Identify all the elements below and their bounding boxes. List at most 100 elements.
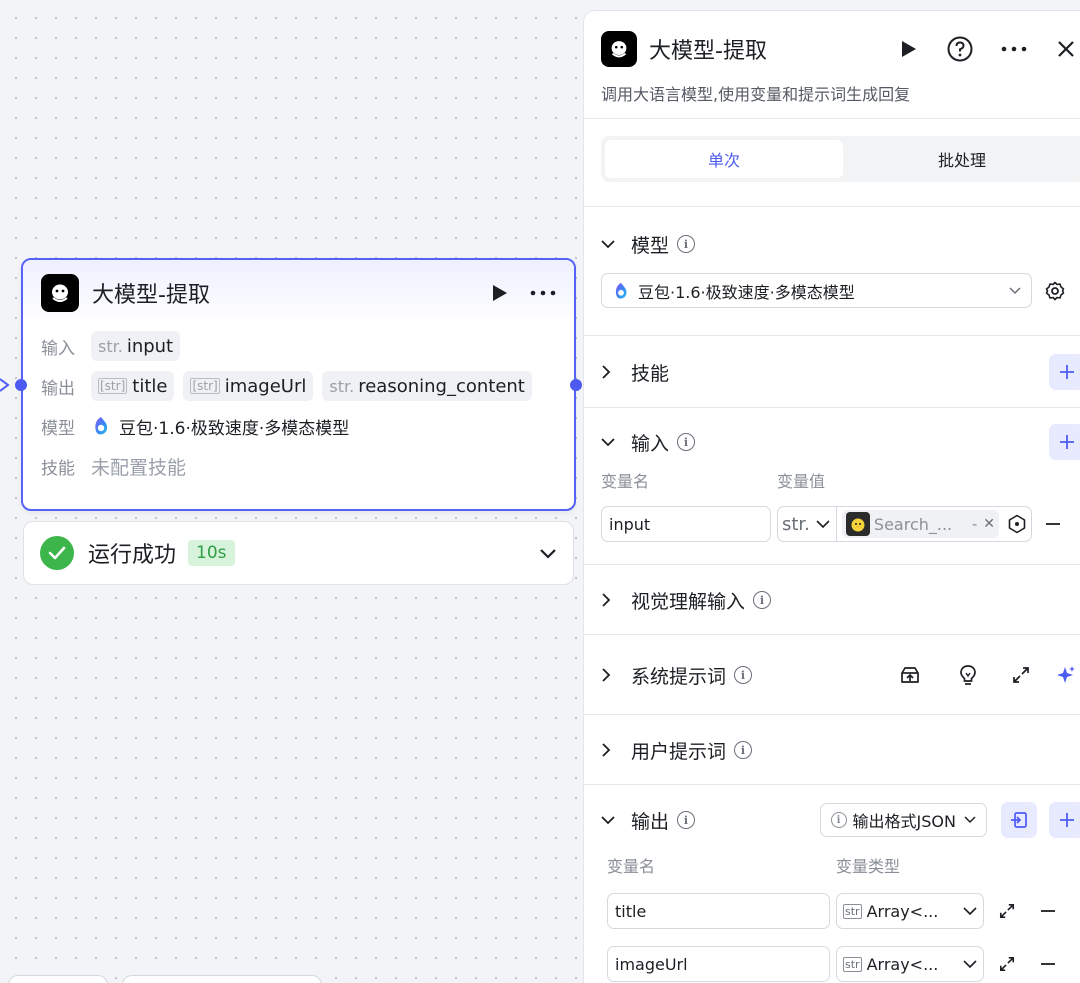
system-prompt-title: 系统提示词 — [631, 665, 727, 688]
input-name-field[interactable]: input — [601, 506, 771, 542]
lightbulb-icon[interactable] — [939, 664, 997, 686]
info-icon[interactable]: i — [677, 235, 696, 253]
node-config-panel: 大模型-提取 调用大语言模型,使用变量和提示词生成回复 单次 批处理 模型 i … — [583, 10, 1080, 983]
add-input-button[interactable] — [1049, 424, 1080, 460]
mode-tabs-wrap: 单次 批处理 — [584, 119, 1080, 207]
help-icon[interactable] — [947, 36, 973, 62]
input-name-value: input — [609, 514, 651, 534]
chevron-right-icon[interactable] — [601, 593, 617, 607]
chevron-down-icon — [963, 906, 977, 915]
panel-more-icon[interactable] — [1001, 46, 1027, 52]
chevron-down-icon[interactable] — [601, 815, 617, 825]
chevron-right-icon[interactable] — [601, 743, 617, 757]
chip-type: [str] — [98, 378, 128, 394]
node-model-value-wrap: 豆包·1.6·极致速度·多模态模型 — [91, 414, 349, 439]
expand-icon[interactable] — [997, 666, 1045, 684]
model-select[interactable]: 豆包·1.6·极致速度·多模态模型 — [601, 273, 1032, 308]
variable-ref-tag[interactable]: Search_... - ✕ — [841, 510, 999, 538]
remove-input-icon[interactable] — [1046, 523, 1060, 525]
variable-picker-icon[interactable] — [1007, 514, 1027, 534]
tab-batch[interactable]: 批处理 — [843, 140, 1080, 178]
llm-node[interactable]: 大模型-提取 输入 str. input 输出 [str] title [str] i… — [15, 258, 582, 511]
input-value-field[interactable]: str. Search_... - ✕ — [777, 506, 1032, 542]
output-type-select[interactable]: str Array<... — [836, 893, 984, 929]
workflow-canvas[interactable]: 大模型-提取 输入 str. input 输出 [str] title [str] i… — [0, 0, 583, 983]
panel-run-icon[interactable] — [901, 40, 917, 58]
output-col-headers: 变量名 变量类型 — [601, 853, 1080, 877]
output-col-type: 变量类型 — [836, 857, 901, 876]
close-icon[interactable] — [1057, 40, 1075, 58]
chevron-right-icon[interactable] — [601, 668, 617, 682]
output-section-header[interactable]: 输出 i i 输出格式JSON — [601, 785, 1080, 855]
chip-type: str. — [329, 376, 355, 396]
expand-icon[interactable] — [984, 956, 1030, 972]
input-col-value: 变量值 — [777, 472, 826, 491]
panel-description: 调用大语言模型,使用变量和提示词生成回复 — [601, 85, 911, 104]
vision-section-header[interactable]: 视觉理解输入 i — [601, 565, 1080, 635]
doubao-model-icon — [615, 282, 627, 299]
chip-name: reasoning_content — [358, 375, 525, 397]
remove-ref-icon[interactable]: ✕ — [983, 516, 995, 532]
system-prompt-header[interactable]: 系统提示词 i — [601, 635, 1080, 715]
variable-ref-suffix: - — [971, 515, 978, 533]
remove-output-icon[interactable] — [1030, 963, 1066, 965]
output-col-name: 变量名 — [607, 857, 656, 876]
canvas-node-stub[interactable] — [122, 975, 322, 983]
vision-input-section: 视觉理解输入 i — [584, 565, 1080, 635]
model-section-header[interactable]: 模型 i — [601, 207, 1080, 281]
node-more-icon[interactable] — [530, 290, 556, 296]
node-skill-label: 技能 — [41, 458, 75, 479]
output-type-select[interactable]: str Array<... — [836, 946, 984, 982]
skills-section: 技能 — [584, 336, 1080, 408]
prompt-library-icon[interactable] — [881, 665, 939, 685]
input-section-title: 输入 — [631, 432, 670, 455]
info-icon[interactable]: i — [677, 811, 696, 829]
output-format-select[interactable]: i 输出格式JSON — [819, 803, 987, 837]
output-name-value: imageUrl — [615, 954, 688, 974]
remove-output-icon[interactable] — [1030, 910, 1066, 912]
add-skill-button[interactable] — [1049, 354, 1080, 390]
node-skill-row: 技能 未配置技能 — [23, 446, 574, 486]
run-result-bar[interactable]: 运行成功 10s — [23, 521, 574, 585]
node-output-port[interactable] — [570, 379, 582, 391]
gear-icon[interactable] — [1045, 281, 1065, 301]
incoming-arrow-icon — [0, 378, 10, 392]
input-section-header[interactable]: 输入 i — [601, 408, 1080, 476]
info-icon[interactable]: i — [734, 741, 753, 759]
mode-tabs: 单次 批处理 — [601, 136, 1080, 182]
input-type-value: str. — [782, 513, 810, 535]
run-duration-badge: 10s — [188, 540, 235, 566]
skills-section-title: 技能 — [631, 362, 670, 385]
chevron-down-icon[interactable] — [539, 547, 557, 559]
output-section: 输出 i i 输出格式JSON 变量名 变量类型 title str Array… — [584, 785, 1080, 983]
info-icon[interactable]: i — [734, 666, 753, 684]
input-col-name: 变量名 — [601, 472, 650, 491]
canvas-node-stub[interactable] — [8, 975, 108, 983]
input-type-select[interactable]: str. — [782, 507, 837, 541]
user-prompt-header[interactable]: 用户提示词 i — [601, 715, 1080, 785]
chevron-right-icon[interactable] — [601, 365, 617, 379]
output-section-title: 输出 — [631, 810, 670, 833]
node-input-port[interactable] — [15, 379, 27, 391]
panel-header: 大模型-提取 调用大语言模型,使用变量和提示词生成回复 — [584, 11, 1080, 119]
chevron-down-icon[interactable] — [601, 239, 617, 249]
chevron-down-icon — [964, 816, 976, 824]
info-icon[interactable]: i — [677, 433, 696, 451]
expand-icon[interactable] — [984, 903, 1030, 919]
tab-single[interactable]: 单次 — [605, 140, 843, 178]
add-output-button[interactable] — [1049, 802, 1080, 838]
node-model-row: 模型 豆包·1.6·极致速度·多模态模型 — [23, 406, 574, 446]
output-name-field[interactable]: title — [607, 893, 830, 929]
info-icon[interactable]: i — [753, 591, 772, 609]
import-output-button[interactable] — [1001, 802, 1037, 838]
ai-optimize-icon[interactable] — [1045, 664, 1080, 686]
input-row: input str. Search_... - ✕ — [601, 506, 1080, 542]
node-run-icon[interactable] — [492, 284, 508, 302]
chevron-down-icon[interactable] — [601, 437, 617, 447]
node-input-row: 输入 str. input — [23, 326, 574, 366]
skills-section-header[interactable]: 技能 — [601, 336, 1080, 408]
output-format-value: 输出格式JSON — [852, 812, 956, 831]
vision-section-title: 视觉理解输入 — [631, 590, 746, 613]
output-row: title str Array<... — [601, 893, 1080, 929]
output-name-field[interactable]: imageUrl — [607, 946, 830, 982]
